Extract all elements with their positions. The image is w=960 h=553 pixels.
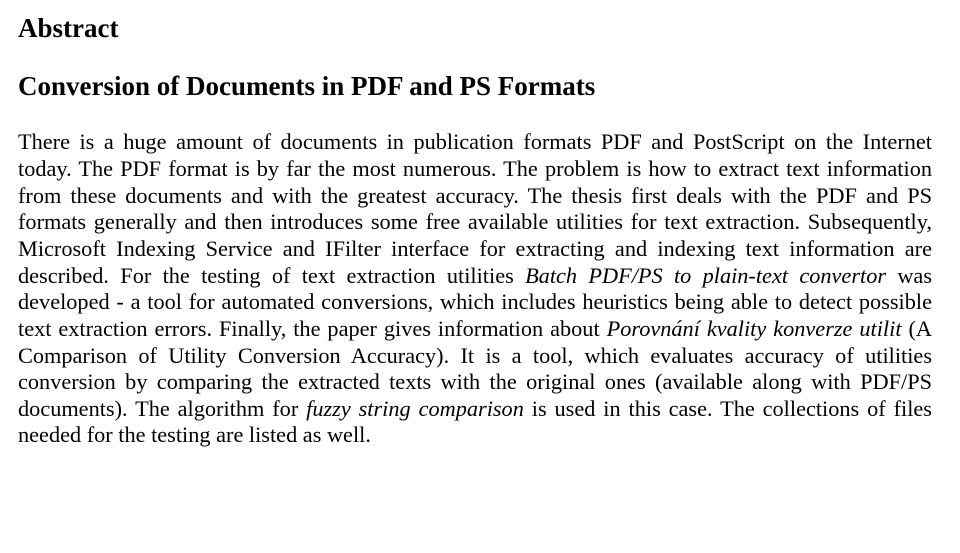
paper-title: Conversion of Documents in PDF and PS Fo…: [18, 72, 932, 102]
abstract-body: There is a huge amount of documents in p…: [18, 129, 932, 449]
tool-name-italic: Porovnání kvality konverze utilit: [607, 316, 902, 341]
paper-page: Abstract Conversion of Documents in PDF …: [0, 0, 960, 491]
term-italic: fuzzy string comparison: [306, 396, 524, 421]
abstract-heading: Abstract: [18, 14, 932, 44]
tool-name-italic: Batch PDF/PS to plain-text convertor: [525, 263, 886, 288]
